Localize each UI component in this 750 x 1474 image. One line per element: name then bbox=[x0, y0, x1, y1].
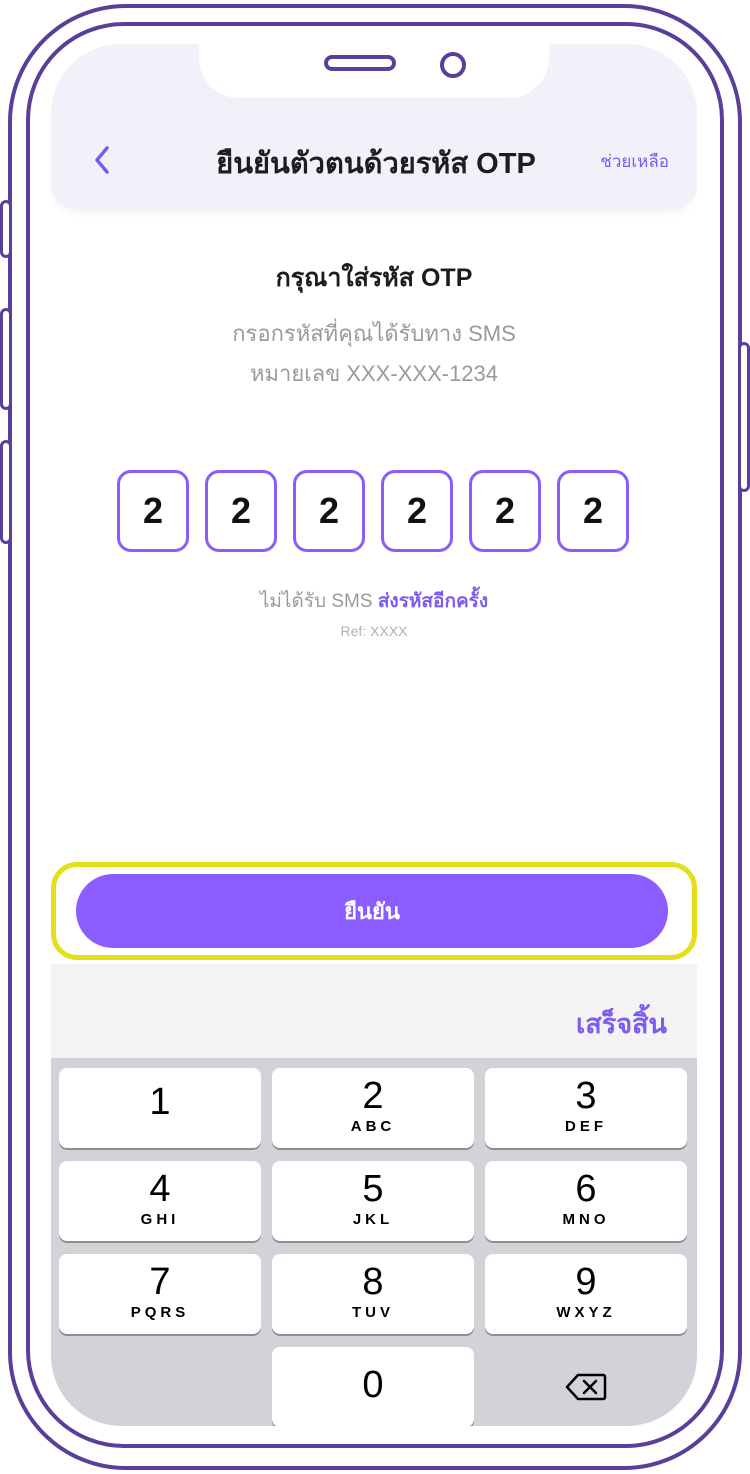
backspace-key[interactable] bbox=[485, 1347, 687, 1426]
key-8[interactable]: 8 TUV bbox=[272, 1254, 474, 1334]
otp-digit-1[interactable]: 2 bbox=[117, 470, 189, 552]
key-8-letters: TUV bbox=[352, 1304, 394, 1321]
side-button-power bbox=[738, 342, 750, 492]
otp-digit-2[interactable]: 2 bbox=[205, 470, 277, 552]
key-7-letters: PQRS bbox=[130, 1304, 190, 1321]
speaker-grill bbox=[324, 55, 396, 71]
side-button-volume-up bbox=[0, 308, 12, 410]
chevron-left-icon bbox=[95, 146, 109, 174]
otp-input-group: 2 2 2 2 2 2 bbox=[117, 470, 633, 552]
key-6[interactable]: 6 MNO bbox=[485, 1161, 687, 1241]
key-1[interactable]: 1 bbox=[59, 1068, 261, 1148]
otp-instruction-line2: หมายเลข XXX-XXX-1234 bbox=[249, 361, 499, 386]
side-button-mute bbox=[0, 200, 12, 258]
front-camera bbox=[440, 52, 466, 78]
key-7[interactable]: 7 PQRS bbox=[59, 1254, 261, 1334]
key-6-number: 6 bbox=[575, 1168, 597, 1210]
key-9[interactable]: 9 WXYZ bbox=[485, 1254, 687, 1334]
page-title: ยืนยันตัวตนด้วยรหัส OTP bbox=[216, 148, 536, 180]
key-4-letters: GHI bbox=[140, 1211, 180, 1228]
key-8-number: 8 bbox=[362, 1261, 384, 1303]
keyboard-toolbar: เสร็จสิ้น bbox=[51, 964, 697, 1058]
key-5[interactable]: 5 JKL bbox=[272, 1161, 474, 1241]
side-button-volume-down bbox=[0, 440, 12, 544]
key-0[interactable]: 0 bbox=[272, 1347, 474, 1426]
key-2-letters: ABC bbox=[350, 1118, 396, 1135]
otp-prompt-title: กรุณาใส่รหัส OTP bbox=[275, 264, 473, 292]
phone-notch bbox=[199, 44, 549, 98]
otp-digit-3[interactable]: 2 bbox=[293, 470, 365, 552]
key-4-number: 4 bbox=[149, 1168, 171, 1210]
key-5-letters: JKL bbox=[352, 1211, 394, 1228]
done-button[interactable]: เสร็จสิ้น bbox=[576, 1002, 667, 1045]
numeric-keypad: 1 2 ABC 3 DEF 4 GHI 5 JKL 6 MNO 7 PQRS 8… bbox=[51, 1058, 697, 1426]
key-9-number: 9 bbox=[575, 1261, 597, 1303]
confirm-button[interactable]: ยืนยัน bbox=[76, 874, 668, 948]
key-0-number: 0 bbox=[362, 1364, 384, 1406]
key-6-letters: MNO bbox=[562, 1211, 610, 1228]
resend-prefix: ไม่ได้รับ SMS bbox=[259, 591, 373, 612]
backspace-icon bbox=[565, 1373, 607, 1401]
resend-otp-link[interactable]: ส่งรหัสอีกครั้ง bbox=[378, 591, 488, 612]
phone-screen: ยืนยันตัวตนด้วยรหัส OTP ช่วยเหลือ กรุณาใ… bbox=[51, 44, 697, 1426]
key-2-number: 2 bbox=[362, 1075, 384, 1117]
key-3-letters: DEF bbox=[565, 1118, 607, 1135]
key-1-number: 1 bbox=[149, 1081, 171, 1123]
key-3[interactable]: 3 DEF bbox=[485, 1068, 687, 1148]
resend-row: ไม่ได้รับ SMS ส่งรหัสอีกครั้ง bbox=[51, 586, 697, 616]
help-link[interactable]: ช่วยเหลือ bbox=[600, 148, 669, 175]
otp-digit-5[interactable]: 2 bbox=[469, 470, 541, 552]
key-7-number: 7 bbox=[149, 1261, 171, 1303]
key-3-number: 3 bbox=[575, 1075, 597, 1117]
otp-ref-code: Ref: XXXX bbox=[340, 623, 408, 639]
otp-digit-4[interactable]: 2 bbox=[381, 470, 453, 552]
back-button[interactable] bbox=[87, 140, 117, 180]
otp-digit-6[interactable]: 2 bbox=[557, 470, 629, 552]
key-5-number: 5 bbox=[362, 1168, 384, 1210]
key-2[interactable]: 2 ABC bbox=[272, 1068, 474, 1148]
key-4[interactable]: 4 GHI bbox=[59, 1161, 261, 1241]
key-9-letters: WXYZ bbox=[556, 1304, 616, 1321]
otp-instruction-line1: กรอกรหัสที่คุณได้รับทาง SMS bbox=[232, 321, 516, 346]
